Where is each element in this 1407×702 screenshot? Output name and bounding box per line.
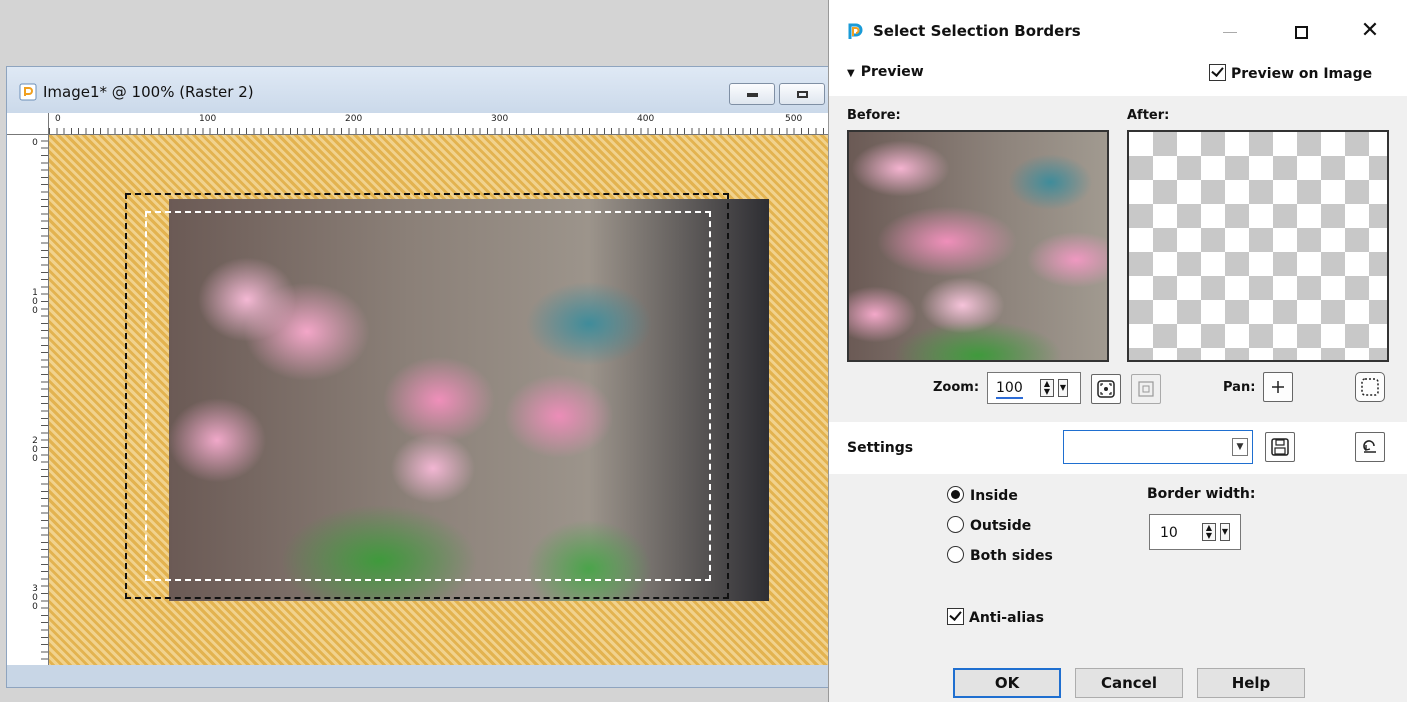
zoom-value[interactable]: 100 <box>996 380 1023 399</box>
checkbox-box[interactable] <box>1209 64 1226 81</box>
options-panel: Inside Outside Both sides Border width: … <box>829 474 1407 702</box>
zoom-100-button[interactable] <box>1131 374 1161 404</box>
checkmark-icon <box>1211 64 1224 77</box>
help-button[interactable]: Help <box>1197 668 1305 698</box>
preview-toggle[interactable]: ▼ Preview <box>847 64 924 80</box>
radio-selected-dot <box>951 490 960 499</box>
radio-button[interactable] <box>947 546 964 563</box>
ruler-tick-label: 0 <box>32 138 38 148</box>
radio-both-sides-label: Both sides <box>970 548 1053 564</box>
border-width-input[interactable]: 10 ▲ ▼ ▼ <box>1149 514 1241 550</box>
antialias-checkbox[interactable]: Anti-alias <box>947 608 1044 626</box>
border-width-spinner-icon[interactable]: ▲ ▼ <box>1202 523 1216 541</box>
radio-inside-label: Inside <box>970 488 1018 504</box>
settings-label: Settings <box>847 440 914 456</box>
ruler-tick-label: 500 <box>785 114 803 124</box>
minimize-button[interactable] <box>729 83 775 105</box>
dialog-titlebar[interactable]: Select Selection Borders ✕ <box>829 0 1407 62</box>
restore-icon <box>797 91 808 98</box>
paintshop-document-icon <box>19 83 37 101</box>
ruler-corner <box>7 113 49 135</box>
save-preset-button[interactable] <box>1265 432 1295 462</box>
before-preview[interactable] <box>847 130 1109 362</box>
radio-inside[interactable]: Inside <box>947 486 1018 504</box>
radio-outside-label: Outside <box>970 518 1032 534</box>
selection-marquee-inner <box>145 211 711 581</box>
border-width-label: Border width: <box>1147 486 1256 502</box>
image-window-statusbar <box>7 665 835 687</box>
checkmark-icon <box>949 608 962 621</box>
ruler-tick-label: 200 <box>345 114 363 124</box>
antialias-label: Anti-alias <box>969 610 1044 626</box>
radio-outside[interactable]: Outside <box>947 516 1031 534</box>
pan-label: Pan: <box>1223 380 1256 395</box>
ruler-tick-label: 400 <box>637 114 655 124</box>
image-window: Image1* @ 100% (Raster 2) 0 100 200 300 … <box>6 66 836 688</box>
ruler-tick-label: 100 <box>32 288 38 316</box>
zoom-fit-icon <box>1097 380 1115 398</box>
dialog-close-button[interactable]: ✕ <box>1355 18 1385 44</box>
dialog-maximize-button[interactable] <box>1287 22 1317 42</box>
minimize-icon <box>747 93 758 97</box>
before-label: Before: <box>847 108 901 123</box>
radio-both-sides[interactable]: Both sides <box>947 546 1053 564</box>
ruler-tick-label: 200 <box>32 436 38 464</box>
ruler-tick-label: 0 <box>55 114 61 124</box>
dialog-minimize-button[interactable] <box>1215 22 1245 42</box>
ruler-tick-label: 100 <box>199 114 217 124</box>
preview-on-image-label: Preview on Image <box>1231 66 1373 82</box>
zoom-input[interactable]: 100 ▲ ▼ ▼ <box>987 372 1081 404</box>
actual-size-icon <box>1138 381 1154 397</box>
selection-preview-button[interactable] <box>1355 372 1385 402</box>
reset-preset-button[interactable] <box>1355 432 1385 462</box>
restore-button[interactable] <box>779 83 825 105</box>
zoom-label: Zoom: <box>933 380 980 395</box>
save-disk-icon <box>1271 438 1289 456</box>
ok-button[interactable]: OK <box>953 668 1061 698</box>
paintshop-pro-icon <box>848 23 863 39</box>
select-selection-borders-dialog: Select Selection Borders ✕ ▼ Preview Prev… <box>828 0 1407 702</box>
preview-panel: Before: After: Zoom: 100 ▲ ▼ ▼ Pan: <box>829 96 1407 422</box>
border-width-dropdown-icon[interactable]: ▼ <box>1220 523 1230 541</box>
chevron-down-icon[interactable]: ▼ <box>1232 438 1248 456</box>
ruler-tick-label: 300 <box>32 584 38 612</box>
image-window-titlebar[interactable]: Image1* @ 100% (Raster 2) <box>7 67 835 113</box>
horizontal-ruler: 0 100 200 300 400 500 <box>49 113 835 135</box>
border-width-value[interactable]: 10 <box>1160 525 1178 541</box>
image-window-title: Image1* @ 100% (Raster 2) <box>43 83 254 101</box>
dialog-title: Select Selection Borders <box>873 22 1081 40</box>
collapse-triangle-icon: ▼ <box>847 68 855 79</box>
close-icon: ✕ <box>1360 18 1380 43</box>
ruler-tick-label: 300 <box>491 114 509 124</box>
minimize-icon <box>1223 32 1237 33</box>
zoom-dropdown-icon[interactable]: ▼ <box>1058 379 1068 397</box>
maximize-icon <box>1295 26 1308 39</box>
pan-button[interactable] <box>1263 372 1293 402</box>
settings-preset-dropdown[interactable]: ▼ <box>1063 430 1253 464</box>
preview-on-image-checkbox[interactable]: Preview on Image <box>1209 64 1372 82</box>
zoom-spinner-icon[interactable]: ▲ ▼ <box>1040 379 1054 397</box>
cancel-button[interactable]: Cancel <box>1075 668 1183 698</box>
pan-move-icon <box>1272 381 1284 393</box>
zoom-fit-button[interactable] <box>1091 374 1121 404</box>
after-label: After: <box>1127 108 1170 123</box>
preview-toggle-label: Preview <box>860 64 924 80</box>
checkbox-box[interactable] <box>947 608 964 625</box>
after-preview[interactable] <box>1127 130 1389 362</box>
radio-button[interactable] <box>947 516 964 533</box>
radio-button[interactable] <box>947 486 964 503</box>
reset-undo-icon <box>1363 440 1376 453</box>
vertical-ruler: 0 100 200 300 <box>7 135 49 667</box>
selection-marquee-icon <box>1361 378 1379 396</box>
